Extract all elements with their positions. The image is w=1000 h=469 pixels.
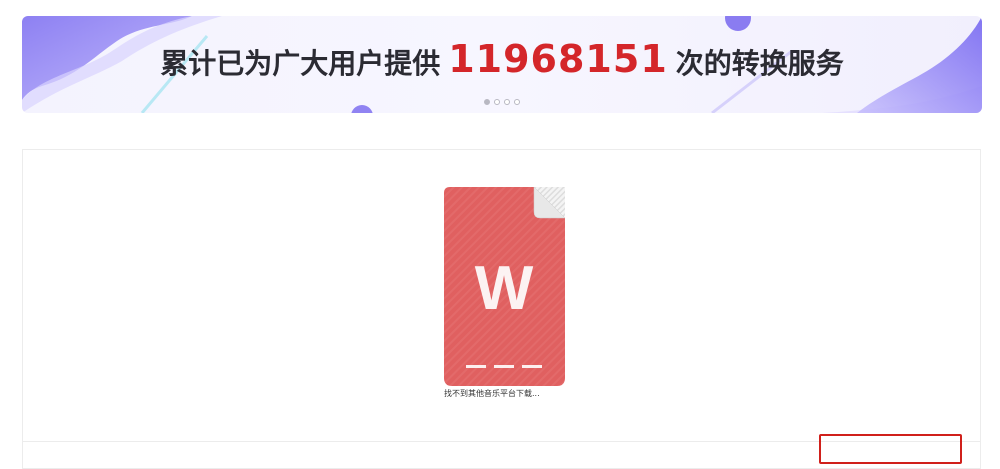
carousel-dot[interactable] <box>484 99 490 105</box>
word-file-icon: W <box>444 187 565 386</box>
highlighted-action-button[interactable] <box>819 434 962 464</box>
carousel-dot[interactable] <box>504 99 510 105</box>
stats-banner: 累计已为广大用户提供 11968151 次的转换服务 <box>22 16 982 113</box>
file-name-label: 找不到其他音乐平台下载... <box>444 389 540 398</box>
carousel-dot[interactable] <box>494 99 500 105</box>
upload-panel: W 找不到其他音乐平台下载... <box>22 149 981 469</box>
carousel-dot[interactable] <box>514 99 520 105</box>
conversion-count: 11968151 <box>448 37 668 81</box>
banner-suffix-text: 次的转换服务 <box>675 47 844 80</box>
uploaded-file-card[interactable]: W 找不到其他音乐平台下载... <box>444 187 565 398</box>
file-icon-letter: W <box>475 254 534 323</box>
banner-headline: 累计已为广大用户提供 11968151 次的转换服务 <box>22 37 982 84</box>
banner-prefix-text: 累计已为广大用户提供 <box>160 47 441 80</box>
carousel-indicator <box>22 99 982 105</box>
